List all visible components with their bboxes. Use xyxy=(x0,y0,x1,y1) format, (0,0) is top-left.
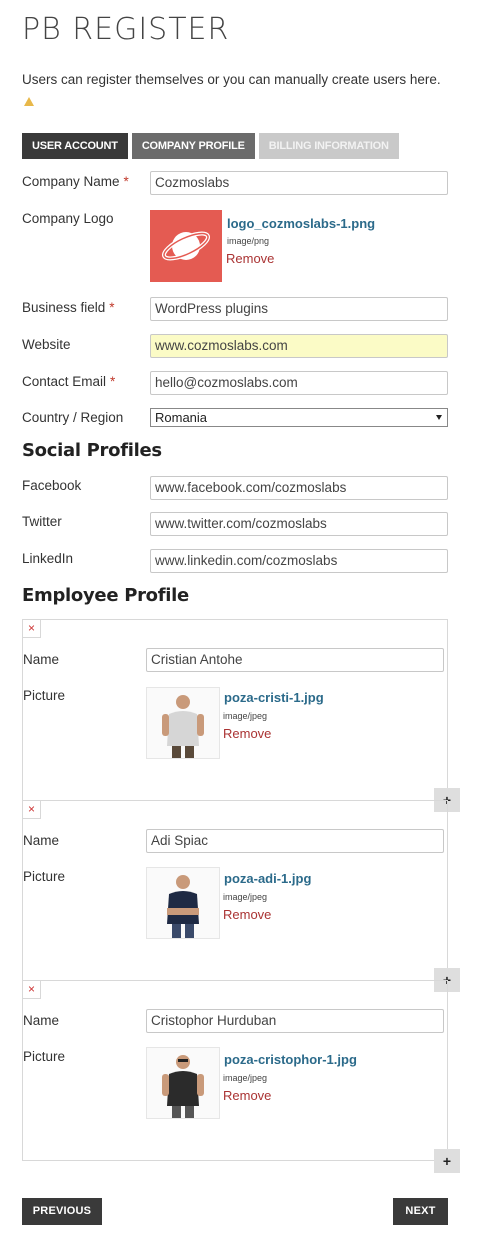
twitter-input[interactable]: www.twitter.com/cozmoslabs xyxy=(150,512,448,536)
social-profiles-title: Social Profiles xyxy=(22,440,162,461)
website-row: Website www.cozmoslabs.com xyxy=(22,334,448,358)
linkedin-row: LinkedIn www.linkedin.com/cozmoslabs xyxy=(22,549,448,573)
company-logo-image xyxy=(150,210,222,282)
company-logo-label: Company Logo xyxy=(22,211,114,226)
employee-name-label: Name xyxy=(23,1013,60,1028)
facebook-label: Facebook xyxy=(22,478,82,493)
remove-entry-button[interactable]: × xyxy=(23,620,41,638)
company-name-input[interactable]: Cozmoslabs xyxy=(150,171,448,195)
employee-entry: × Name Adi Spiac Picture poza-adi-1.jpg … xyxy=(22,800,448,982)
next-button[interactable]: NEXT xyxy=(393,1198,448,1225)
employee-name-label: Name xyxy=(23,652,60,667)
person-photo-icon xyxy=(162,1055,204,1118)
company-logo-remove-link[interactable]: Remove xyxy=(226,251,274,266)
person-photo-icon xyxy=(167,875,199,938)
facebook-input[interactable]: www.facebook.com/cozmoslabs xyxy=(150,476,448,500)
employee-photo-file-link[interactable]: poza-cristophor-1.jpg xyxy=(224,1052,357,1067)
facebook-row: Facebook www.facebook.com/cozmoslabs xyxy=(22,476,448,500)
company-name-row: Company Name * Cozmoslabs xyxy=(22,171,448,195)
contact-email-input[interactable]: hello@cozmoslabs.com xyxy=(150,371,448,395)
employee-photo-file-type: image/jpeg xyxy=(223,1073,268,1083)
employee-photo-remove-link[interactable]: Remove xyxy=(223,1088,271,1103)
remove-entry-button[interactable]: × xyxy=(23,981,41,999)
country-row: Country / Region Romania xyxy=(22,408,448,432)
linkedin-input[interactable]: www.linkedin.com/cozmoslabs xyxy=(150,549,448,573)
person-photo-icon xyxy=(162,695,204,758)
twitter-label: Twitter xyxy=(22,514,62,529)
employee-picture-label: Picture xyxy=(23,688,66,703)
required-marker: * xyxy=(123,174,129,189)
planet-logo-icon xyxy=(161,231,211,261)
employee-photo-file-link[interactable]: poza-cristi-1.jpg xyxy=(224,690,324,705)
required-marker: * xyxy=(110,374,116,389)
contact-email-label: Contact Email * xyxy=(22,374,116,389)
company-logo-file-type: image/png xyxy=(227,236,270,246)
warning-icon xyxy=(24,97,34,106)
employee-photo-remove-link[interactable]: Remove xyxy=(223,907,271,922)
business-field-input[interactable]: WordPress plugins xyxy=(150,297,448,321)
chevron-down-icon xyxy=(436,415,442,420)
country-selected-value: Romania xyxy=(155,410,208,425)
employee-photo-file-type: image/jpeg xyxy=(223,711,268,721)
employee-photo xyxy=(146,867,220,939)
page-title: PB REGISTER xyxy=(22,12,230,47)
employee-entry: × Name Cristophor Hurduban Picture poza-… xyxy=(22,980,448,1161)
tab-user-account[interactable]: USER ACCOUNT xyxy=(22,133,128,159)
employee-picture-label: Picture xyxy=(23,869,66,884)
employee-name-label: Name xyxy=(23,833,60,848)
employee-photo-file-type: image/jpeg xyxy=(223,892,268,902)
previous-button[interactable]: PREVIOUS xyxy=(22,1198,102,1225)
remove-entry-button[interactable]: × xyxy=(23,801,41,819)
tab-company-profile[interactable]: COMPANY PROFILE xyxy=(131,133,255,159)
employee-profile-title: Employee Profile xyxy=(22,585,189,606)
form-tabs: USER ACCOUNT COMPANY PROFILE BILLING INF… xyxy=(22,133,399,159)
country-select[interactable]: Romania xyxy=(150,408,448,427)
employee-photo xyxy=(146,1047,220,1119)
employee-picture-label: Picture xyxy=(23,1049,66,1064)
required-marker: * xyxy=(109,300,115,315)
employee-photo xyxy=(146,687,220,759)
add-entry-button[interactable]: + xyxy=(434,1149,460,1173)
contact-email-row: Contact Email * hello@cozmoslabs.com xyxy=(22,371,448,395)
employee-name-input[interactable]: Adi Spiac xyxy=(146,829,444,853)
twitter-row: Twitter www.twitter.com/cozmoslabs xyxy=(22,512,448,536)
employee-photo-remove-link[interactable]: Remove xyxy=(223,726,271,741)
intro-text: Users can register themselves or you can… xyxy=(22,69,442,111)
linkedin-label: LinkedIn xyxy=(22,551,74,566)
company-name-label: Company Name * xyxy=(22,174,129,189)
website-input[interactable]: www.cozmoslabs.com xyxy=(150,334,448,358)
employee-name-input[interactable]: Cristian Antohe xyxy=(146,648,444,672)
business-field-row: Business field * WordPress plugins xyxy=(22,297,448,321)
company-logo-file-link[interactable]: logo_cozmoslabs-1.png xyxy=(227,216,375,231)
business-field-label: Business field * xyxy=(22,300,115,315)
tab-billing-information: BILLING INFORMATION xyxy=(258,133,399,159)
website-label: Website xyxy=(22,337,71,352)
employee-entry: × Name Cristian Antohe Picture poza-cris… xyxy=(22,619,448,801)
employee-name-input[interactable]: Cristophor Hurduban xyxy=(146,1009,444,1033)
country-label: Country / Region xyxy=(22,410,124,425)
employee-photo-file-link[interactable]: poza-adi-1.jpg xyxy=(224,871,311,886)
